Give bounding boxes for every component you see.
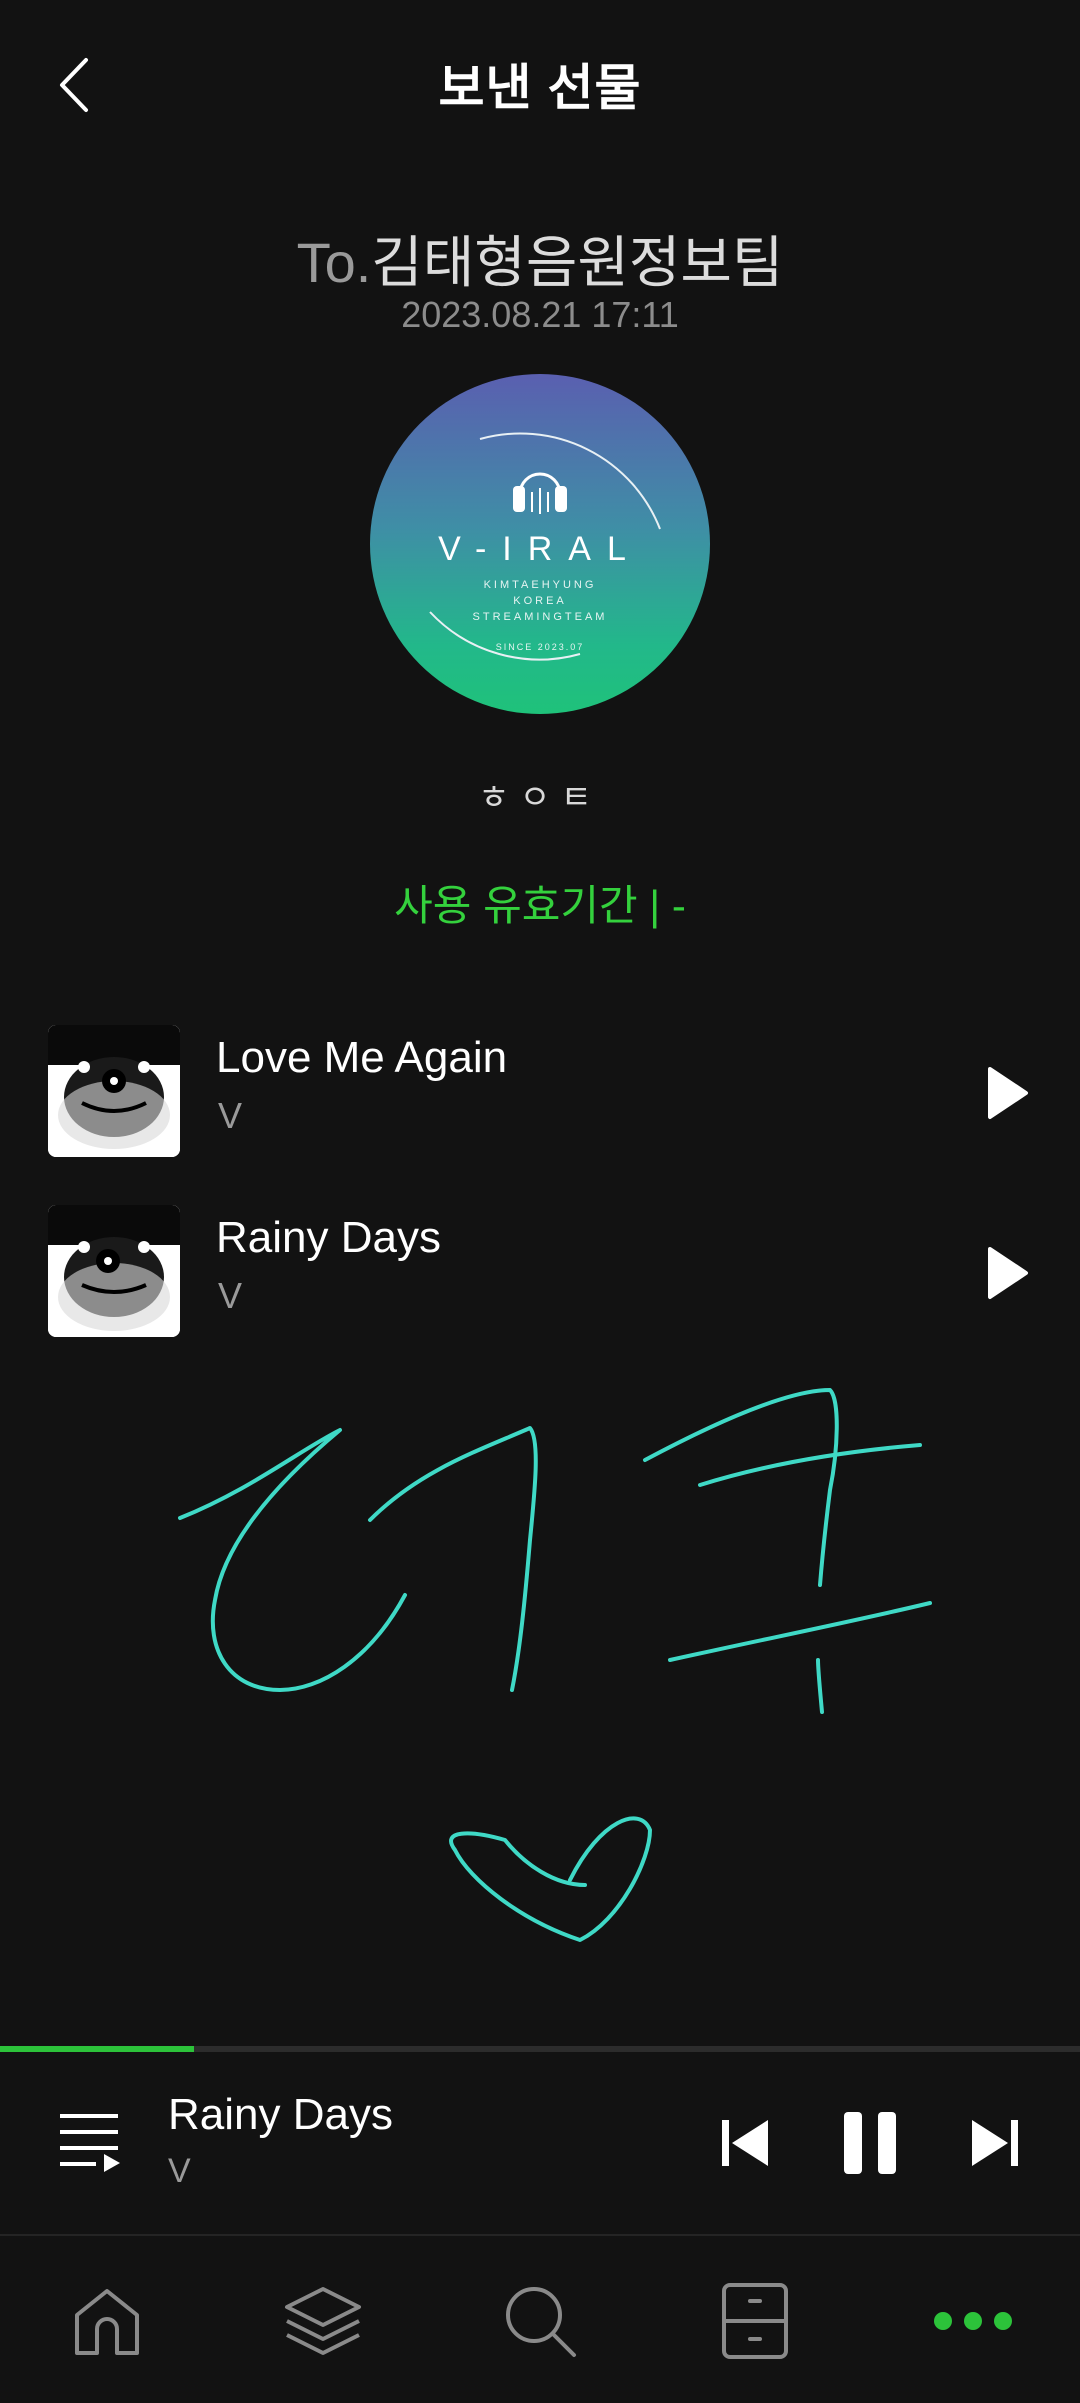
logo-line2: KOREA xyxy=(513,595,567,607)
gift-logo: V-IRAL KIMTAEHYUNG KOREA STREAMINGTEAM S… xyxy=(370,374,710,714)
track-artist: V xyxy=(218,1095,243,1136)
recipient-line: To.김태형음원정보팀 xyxy=(0,218,1080,299)
track-artist: V xyxy=(218,1275,243,1316)
library-icon xyxy=(285,2287,361,2355)
page-title: 보낸 선물 xyxy=(438,60,642,116)
now-playing-title: Rainy Days xyxy=(168,2090,393,2139)
more-icon xyxy=(934,2312,1012,2330)
nav-home[interactable] xyxy=(62,2276,152,2366)
album-art xyxy=(48,1205,180,1337)
track-title: Love Me Again xyxy=(216,1033,508,1082)
recipient-name: 김태형음원정보팀 xyxy=(371,231,784,294)
skip-next-icon xyxy=(972,2120,1018,2166)
pause-button[interactable] xyxy=(842,2110,898,2181)
mini-player[interactable]: Rainy Days V xyxy=(0,2052,1080,2234)
nav-library[interactable] xyxy=(278,2276,368,2366)
now-playing-artist: V xyxy=(168,2152,191,2190)
validity-period: 사용 유효기간 | - xyxy=(394,882,686,929)
album-art xyxy=(48,1025,180,1157)
gift-date: 2023.08.21 17:11 xyxy=(401,294,679,335)
playlist-icon xyxy=(60,2114,120,2172)
track-item[interactable]: Love Me Again V xyxy=(0,1025,1080,1175)
to-prefix: To. xyxy=(296,231,372,294)
logo-line1: KIMTAEHYUNG xyxy=(484,579,597,591)
logo-line3: STREAMINGTEAM xyxy=(473,611,608,623)
next-button[interactable] xyxy=(968,2116,1022,2175)
nav-search[interactable] xyxy=(495,2276,585,2366)
storage-icon xyxy=(722,2283,788,2359)
search-icon xyxy=(506,2287,576,2357)
sender-name: ㅎㅇㅌ xyxy=(478,779,602,817)
skip-previous-icon xyxy=(722,2120,768,2166)
logo-since: SINCE 2023.07 xyxy=(496,642,585,652)
play-icon xyxy=(988,1067,1028,1119)
play-button[interactable] xyxy=(982,1065,1032,1121)
pause-icon xyxy=(844,2112,896,2174)
track-item[interactable]: Rainy Days V xyxy=(0,1205,1080,1355)
nav-storage[interactable] xyxy=(710,2276,800,2366)
home-icon xyxy=(75,2289,139,2355)
queue-button[interactable] xyxy=(56,2108,126,2172)
nav-more[interactable] xyxy=(928,2276,1018,2366)
header: 보낸 선물 xyxy=(0,0,1080,165)
track-title: Rainy Days xyxy=(216,1213,441,1262)
previous-button[interactable] xyxy=(718,2116,772,2175)
logo-brand: V-IRAL xyxy=(438,530,642,568)
headphones-icon xyxy=(513,472,567,514)
bottom-nav xyxy=(0,2236,1080,2403)
play-button[interactable] xyxy=(982,1245,1032,1301)
play-icon xyxy=(988,1247,1028,1299)
handwritten-message xyxy=(0,1360,1080,2000)
